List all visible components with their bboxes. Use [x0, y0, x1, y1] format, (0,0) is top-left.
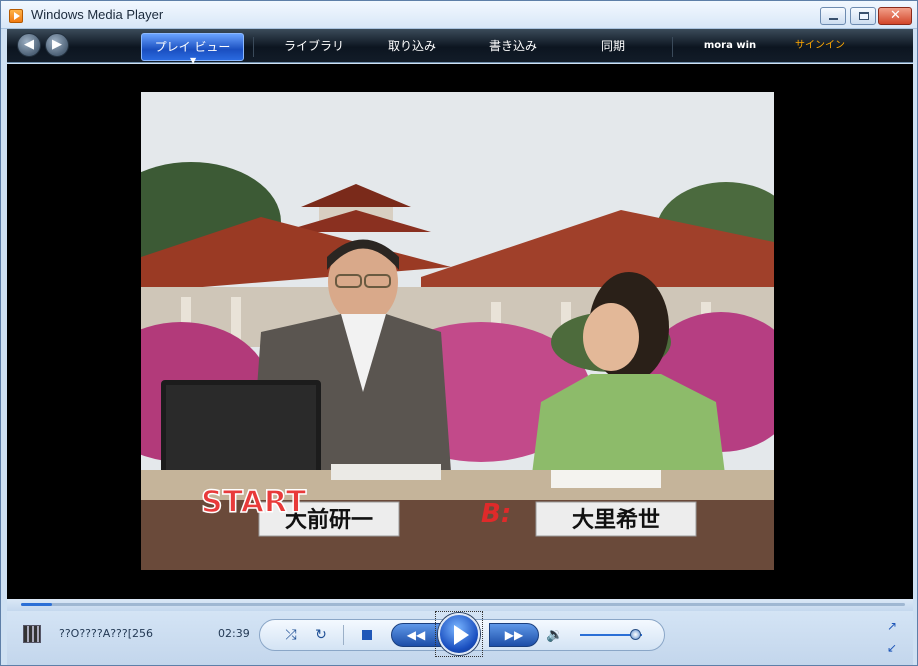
tab-library[interactable]: ライブラリ	[269, 33, 359, 61]
papers	[551, 470, 661, 488]
repeat-button[interactable]: ↻	[311, 625, 331, 645]
sign-in-link[interactable]: サインイン	[785, 33, 855, 61]
stop-button[interactable]	[357, 625, 377, 645]
close-button[interactable]: ✕	[878, 7, 912, 25]
switch-to-skin-button[interactable]: ↗	[887, 619, 901, 633]
shuffle-button[interactable]: ⤮	[281, 625, 301, 645]
previous-icon: ◀◀	[406, 628, 426, 642]
seek-progress	[21, 603, 52, 606]
video-file-icon	[23, 625, 41, 643]
next-icon: ▶▶	[504, 628, 524, 642]
video-frame[interactable]: 大前研一 大里希世 START B:	[141, 92, 774, 570]
close-icon: ✕	[890, 8, 901, 23]
forward-arrow-icon: ▶	[52, 37, 62, 52]
video-area[interactable]: 大前研一 大里希世 START B:	[7, 64, 913, 599]
media-player-window: Windows Media Player ✕ ◀ ▶ プレイ ビュー ▼ ライブ…	[0, 0, 918, 666]
nameplate-right-text: 大里希世	[572, 507, 660, 533]
tab-rip[interactable]: 取り込み	[369, 33, 455, 61]
brand-logo: B:	[481, 499, 511, 529]
tab-separator	[253, 37, 254, 57]
speaker-icon: 🔉	[546, 627, 564, 643]
elapsed-time[interactable]: 02:39	[218, 627, 250, 640]
video-scene: 大前研一 大里希世 START B:	[141, 92, 774, 570]
window-title: Windows Media Player	[31, 7, 164, 22]
seek-bar[interactable]	[7, 599, 913, 611]
minimize-icon	[829, 18, 838, 20]
playback-controls: ??O????A???[256 02:39 ⤮ ↻ ◀◀ ▶▶ 🔉 ↗ ↙	[7, 611, 913, 665]
navigation-bar: ◀ ▶ プレイ ビュー ▼ ライブラリ 取り込み 書き込み 同期 mora wi…	[7, 29, 913, 65]
maximize-button[interactable]	[850, 7, 876, 25]
shuffle-icon: ⤮	[285, 627, 297, 643]
tab-burn[interactable]: 書き込み	[467, 33, 559, 61]
seek-track[interactable]	[21, 603, 905, 606]
previous-button[interactable]: ◀◀	[391, 623, 441, 647]
next-button[interactable]: ▶▶	[489, 623, 539, 647]
back-button[interactable]: ◀	[17, 33, 41, 57]
minimize-button[interactable]	[820, 7, 846, 25]
papers	[331, 464, 441, 480]
media-player-app-icon	[9, 9, 23, 23]
play-button[interactable]	[438, 613, 480, 655]
tab-sync[interactable]: 同期	[572, 33, 654, 61]
play-icon	[454, 625, 469, 645]
collapse-arrow-icon: ↙	[887, 641, 898, 655]
compact-mode-button[interactable]: ↙	[887, 641, 901, 655]
tab-now-playing[interactable]: プレイ ビュー ▼	[141, 33, 244, 65]
now-playing-title: ??O????A???[256	[59, 627, 154, 640]
maximize-icon	[859, 12, 869, 20]
mute-button[interactable]: 🔉	[545, 625, 565, 645]
control-separator	[343, 625, 344, 645]
woman-face	[583, 303, 639, 371]
title-bar[interactable]: Windows Media Player ✕	[1, 1, 917, 29]
start-logo: START	[201, 485, 307, 520]
tab-separator	[672, 37, 673, 57]
stop-icon	[362, 630, 372, 640]
expand-arrow-icon: ↗	[887, 619, 898, 633]
forward-button[interactable]: ▶	[45, 33, 69, 57]
repeat-icon: ↻	[315, 627, 327, 643]
back-arrow-icon: ◀	[24, 37, 34, 52]
tab-mora-win[interactable]: mora win	[691, 33, 769, 61]
